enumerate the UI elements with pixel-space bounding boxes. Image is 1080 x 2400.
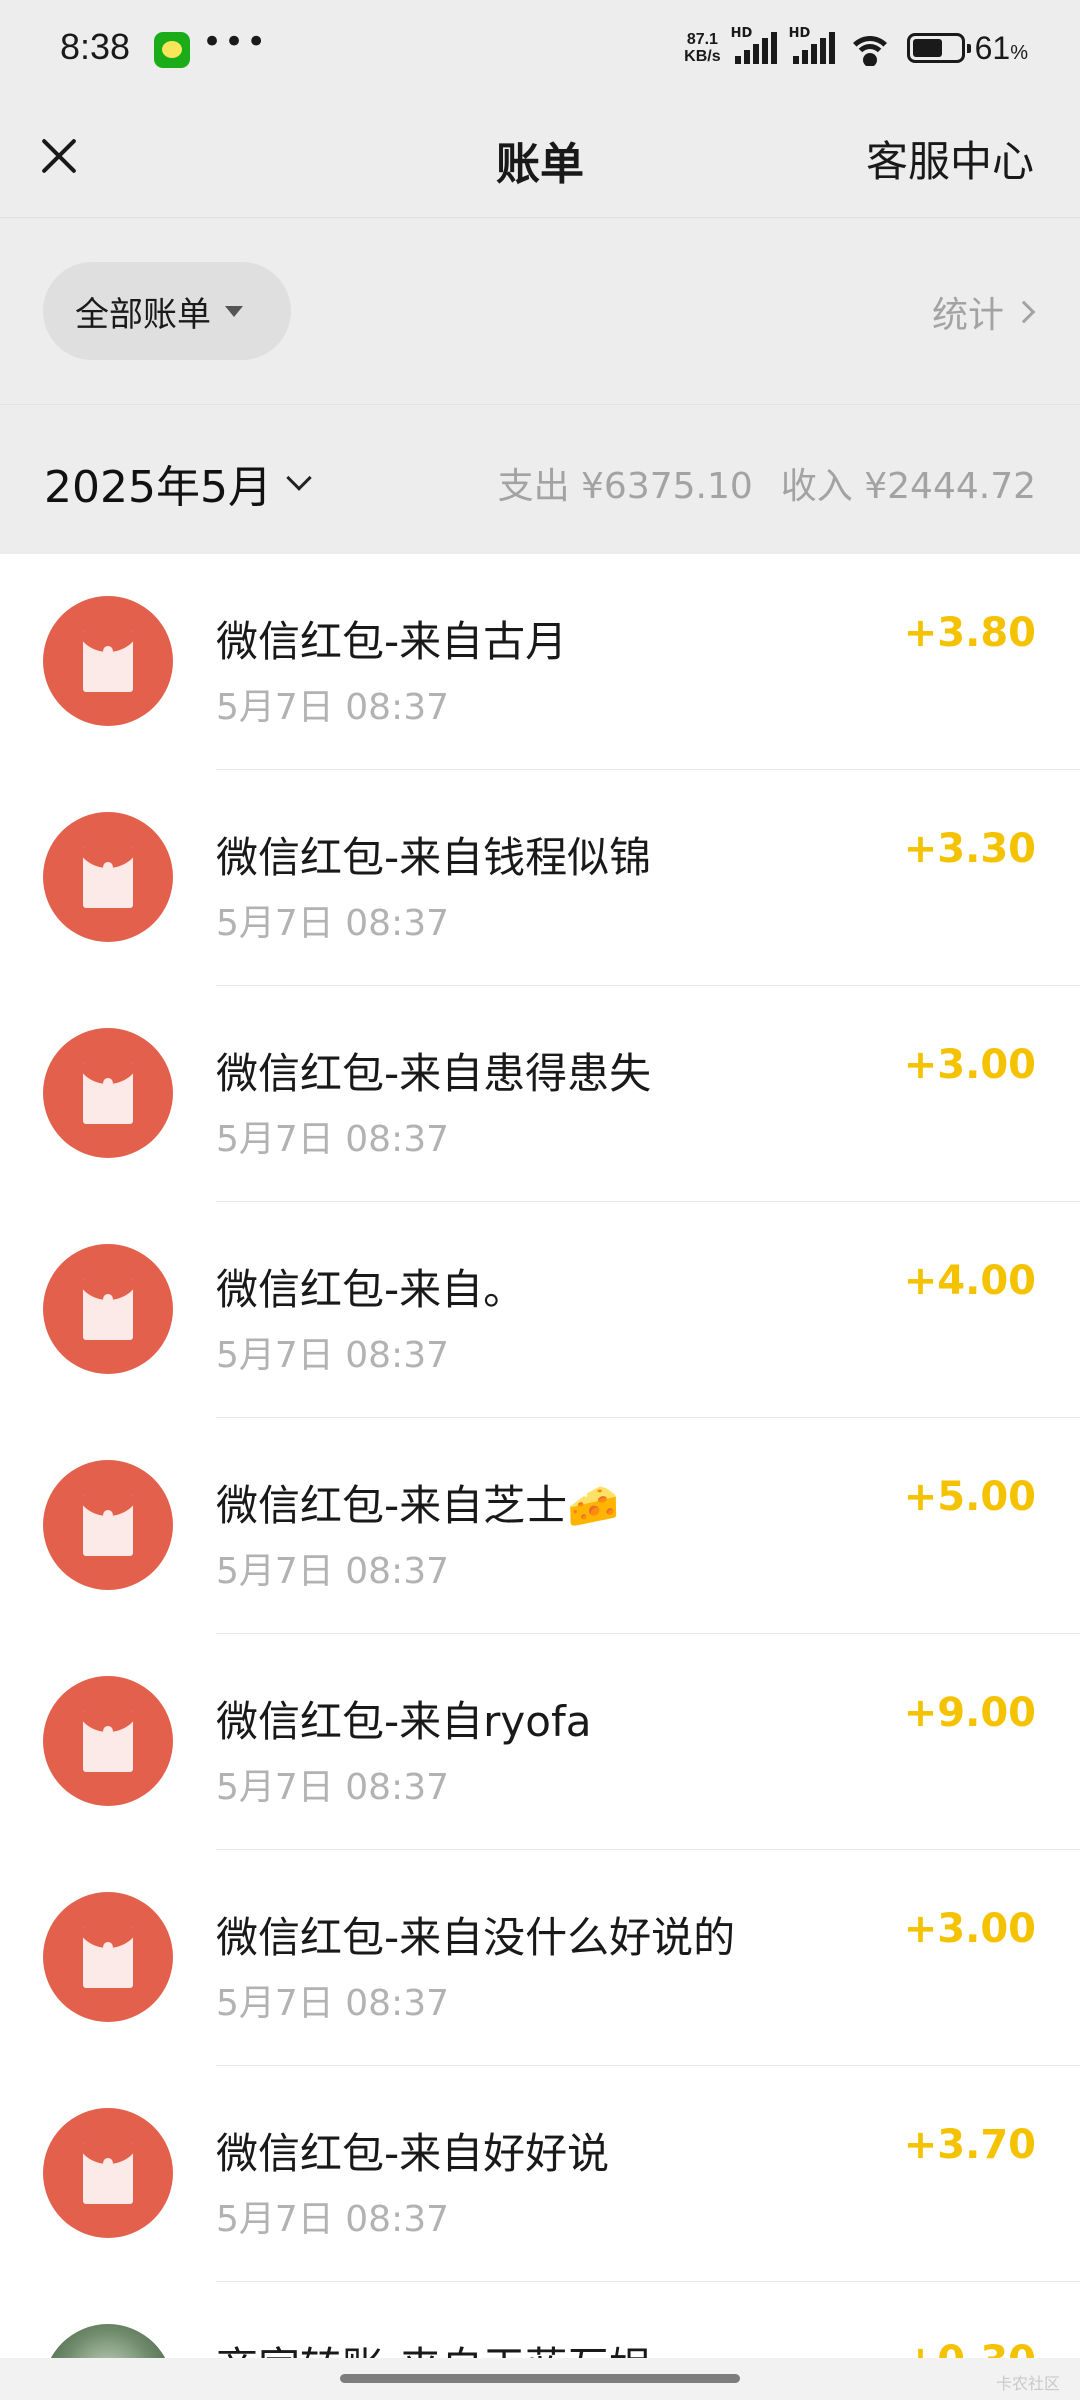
red-packet-avatar [43,1892,173,2022]
month-header: 2025年5月 支出 ¥6375.10 收入 ¥2444.72 [0,404,1080,554]
transaction-list: 微信红包-来自古月 5月7日 08:37 +3.80 微信红包-来自钱程似锦 5… [0,554,1080,2400]
transaction-amount: +5.00 [903,1474,1036,1520]
month-label: 2025年5月 [44,462,272,513]
red-packet-icon [83,1926,133,1988]
red-packet-icon [83,1710,133,1772]
status-indicators: 87.1 KB/s HD HD 61% [684,24,1028,72]
statistics-label: 统计 [931,295,1004,336]
red-packet-avatar [43,1460,173,1590]
transaction-time: 5月7日 08:37 [216,1767,449,1808]
caret-down-icon [225,305,243,317]
bill-type-filter-button[interactable]: 全部账单 [43,262,291,360]
red-packet-icon [83,1494,133,1556]
transaction-title: 微信红包-来自没什么好说的 [216,1913,736,1962]
chevron-right-icon [1012,300,1036,324]
battery-icon [906,33,971,63]
transaction-time: 5月7日 08:37 [216,1551,449,1592]
month-summary: 支出 ¥6375.10 收入 ¥2444.72 [498,457,1036,509]
transaction-title: 微信红包-来自ryofa [216,1697,592,1746]
transaction-row[interactable]: 微信红包-来自芝士🧀 5月7日 08:37 +5.00 [0,1418,1080,1634]
statistics-link[interactable]: 统计 [931,286,1036,338]
transaction-row[interactable]: 微信红包-来自。 5月7日 08:37 +4.00 [0,1202,1080,1418]
transaction-title: 微信红包-来自芝士🧀 [216,1481,620,1530]
transaction-title: 微信红包-来自古月 [216,617,568,666]
red-packet-avatar [43,1244,173,1374]
transaction-amount: +3.30 [903,826,1036,872]
transaction-row[interactable]: 微信红包-来自钱程似锦 5月7日 08:37 +3.30 [0,770,1080,986]
filter-bar: 全部账单 统计 [0,218,1080,404]
status-time: 8:38 [60,26,131,67]
month-expense: 支出 ¥6375.10 [497,466,753,507]
home-indicator[interactable] [340,2374,740,2383]
red-packet-icon [83,630,133,692]
transaction-row[interactable]: 微信红包-来自古月 5月7日 08:37 +3.80 [0,554,1080,770]
red-packet-icon [83,846,133,908]
transaction-time: 5月7日 08:37 [216,1983,449,2024]
transaction-time: 5月7日 08:37 [216,2199,449,2240]
transaction-time: 5月7日 08:37 [216,687,449,728]
transaction-amount: +3.70 [903,2122,1036,2168]
transaction-time: 5月7日 08:37 [216,903,449,944]
month-income: 收入 ¥2444.72 [780,466,1036,507]
red-packet-icon [83,1278,133,1340]
transaction-time: 5月7日 08:37 [216,1119,449,1160]
watermark: 卡农社区 [995,2374,1060,2393]
red-packet-icon [83,2142,133,2204]
transaction-time: 5月7日 08:37 [216,1335,449,1376]
transaction-amount: +9.00 [903,1690,1036,1736]
transaction-title: 微信红包-来自患得患失 [216,1049,652,1098]
navigation-bar: 卡农社区 [0,2358,1080,2400]
transaction-amount: +3.00 [903,1906,1036,1952]
wechat-notification-icon [154,32,190,68]
transaction-row[interactable]: 微信红包-来自好好说 5月7日 08:37 +3.70 [0,2066,1080,2282]
transaction-amount: +4.00 [903,1258,1036,1304]
transaction-title: 微信红包-来自钱程似锦 [216,833,652,882]
bill-type-filter-label: 全部账单 [75,294,211,335]
signal-2-icon: HD [789,26,837,66]
signal-1-icon: HD [731,26,779,66]
transaction-title: 微信红包-来自。 [216,1265,526,1314]
month-selector[interactable]: 2025年5月 [44,451,312,515]
transaction-title: 微信红包-来自好好说 [216,2129,610,2178]
red-packet-avatar [43,1676,173,1806]
transaction-row[interactable]: 微信红包-来自没什么好说的 5月7日 08:37 +3.00 [0,1850,1080,2066]
red-packet-avatar [43,2108,173,2238]
battery-percent: 61% [974,29,1028,66]
red-packet-avatar [43,812,173,942]
transaction-amount: +3.80 [903,610,1036,656]
transaction-amount: +3.00 [903,1042,1036,1088]
red-packet-avatar [43,596,173,726]
more-notifications-icon: ••• [202,22,269,62]
network-speed: 87.1 KB/s [684,31,721,65]
transaction-row[interactable]: 微信红包-来自ryofa 5月7日 08:37 +9.00 [0,1634,1080,1850]
title-bar: 账单 客服中心 [0,96,1080,218]
red-packet-avatar [43,1028,173,1158]
wifi-icon [846,30,893,66]
red-packet-icon [83,1062,133,1124]
transaction-row[interactable]: 微信红包-来自患得患失 5月7日 08:37 +3.00 [0,986,1080,1202]
chevron-down-icon [286,465,312,491]
status-bar: 8:38 ••• 87.1 KB/s HD HD 61% [0,0,1080,96]
customer-service-link[interactable]: 客服中心 [866,128,1034,189]
